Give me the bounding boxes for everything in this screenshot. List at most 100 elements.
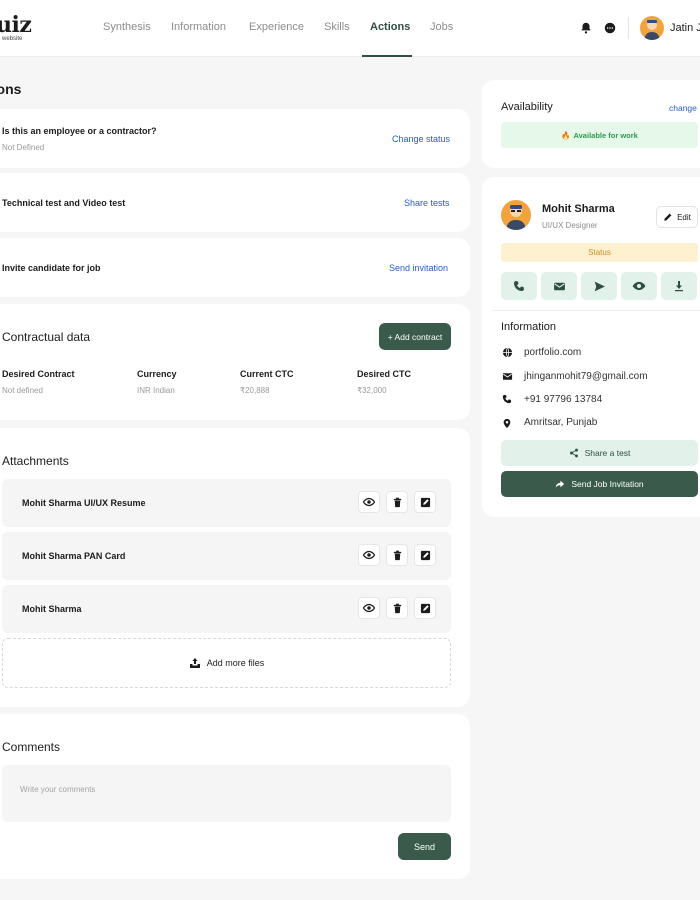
nav-tab-skills[interactable]: Skills <box>324 21 350 33</box>
view-candidate-button[interactable] <box>621 272 657 300</box>
call-candidate-button[interactable] <box>501 272 537 300</box>
edit-square-icon <box>420 497 430 507</box>
edit-profile-button[interactable]: Edit <box>656 206 698 228</box>
question-title: Is this an employee or a contractor? <box>2 126 157 136</box>
nav-tab-jobs[interactable]: Jobs <box>430 21 453 33</box>
contract-column-header: Desired Contract <box>2 369 75 379</box>
eye-icon <box>363 497 375 507</box>
question-subtitle: Not Defined <box>2 143 45 152</box>
contract-value: INR Indian <box>137 386 175 395</box>
contract-title: Contractual data <box>2 330 91 344</box>
header-divider <box>628 17 629 39</box>
change-availability-link[interactable]: change <box>669 103 697 113</box>
user-avatar[interactable] <box>640 16 664 40</box>
delete-attachment-button[interactable] <box>386 491 408 513</box>
send-job-invitation-button[interactable]: Send Job Invitation <box>501 471 698 497</box>
attachment-row: Mohit Sharma <box>2 585 451 633</box>
attachment-row: Mohit Sharma PAN Card <box>2 532 451 580</box>
send-comment-button[interactable]: Send <box>398 833 451 860</box>
add-more-files-label: Add more files <box>206 658 265 668</box>
delete-attachment-button[interactable] <box>386 544 408 566</box>
attachments-title: Attachments <box>2 454 69 468</box>
profile-divider <box>492 310 700 311</box>
add-more-files-dropzone[interactable]: Add more files <box>2 638 451 688</box>
phone-icon <box>514 281 524 291</box>
edit-label: Edit <box>677 212 691 222</box>
delete-attachment-button[interactable] <box>386 597 408 619</box>
contract-card <box>0 304 470 420</box>
chat-icon[interactable] <box>603 21 617 35</box>
view-attachment-button[interactable] <box>358 544 380 566</box>
share-test-label: Share a test <box>584 448 631 458</box>
user-name[interactable]: Jatin J <box>670 22 700 34</box>
trash-icon <box>393 550 401 560</box>
location-pin-icon <box>501 417 513 429</box>
edit-square-icon <box>420 603 430 613</box>
attachment-row: Mohit Sharma UI/UX Resume <box>2 479 451 527</box>
change-status-link[interactable]: Change status <box>392 134 450 144</box>
question-title: Technical test and Video test <box>2 198 126 208</box>
send-invitation-link[interactable]: Send invitation <box>389 263 448 273</box>
comment-input[interactable] <box>2 765 451 822</box>
contract-value: Not defined <box>2 386 43 395</box>
availability-badge-text: Available for work <box>573 130 638 140</box>
email-text[interactable]: jhinganmohit79@gmail.com <box>524 371 648 382</box>
download-cv-button[interactable] <box>661 272 697 300</box>
top-navigation-bar: uiz website Synthesis Information Experi… <box>0 0 700 57</box>
share-tests-link[interactable]: Share tests <box>404 198 450 208</box>
availability-title: Availability <box>501 101 553 113</box>
nav-tab-information[interactable]: Information <box>171 21 226 33</box>
nav-tab-actions[interactable]: Actions <box>370 21 410 33</box>
add-contract-button[interactable]: + Add contract <box>379 323 451 350</box>
bell-icon[interactable] <box>579 21 593 35</box>
edit-attachment-button[interactable] <box>414 597 436 619</box>
information-title: Information <box>501 321 557 333</box>
email-candidate-button[interactable] <box>541 272 577 300</box>
portfolio-link[interactable]: portfolio.com <box>524 347 581 358</box>
contract-column-header: Currency <box>137 369 177 379</box>
mail-icon <box>501 370 513 382</box>
contract-column-header: Current CTC <box>240 369 294 379</box>
fire-icon: 🔥 <box>561 130 571 140</box>
active-tab-indicator <box>362 55 412 57</box>
download-icon <box>675 281 683 292</box>
send-icon <box>594 281 605 291</box>
globe-icon <box>501 346 513 358</box>
eye-icon <box>632 281 646 291</box>
comments-title: Comments <box>2 740 61 754</box>
app-logo[interactable]: uiz <box>0 14 32 36</box>
app-logo-subtitle: website <box>2 36 23 42</box>
edit-attachment-button[interactable] <box>414 491 436 513</box>
view-attachment-button[interactable] <box>358 491 380 513</box>
attachment-name: Mohit Sharma <box>22 604 82 614</box>
candidate-avatar <box>501 200 531 230</box>
contract-value: ₹32,000 <box>357 386 387 395</box>
nav-tab-experience[interactable]: Experience <box>249 21 304 33</box>
upload-icon <box>189 658 200 668</box>
share-icon <box>569 448 578 458</box>
message-candidate-button[interactable] <box>581 272 617 300</box>
candidate-role: UI/UX Designer <box>542 221 598 230</box>
view-attachment-button[interactable] <box>358 597 380 619</box>
share-test-button[interactable]: Share a test <box>501 440 698 466</box>
availability-badge: 🔥 Available for work <box>501 122 698 148</box>
contract-column-header: Desired CTC <box>357 369 412 379</box>
phone-text[interactable]: +91 97796 13784 <box>524 394 602 405</box>
candidate-name: Mohit Sharma <box>542 203 615 215</box>
attachment-name: Mohit Sharma UI/UX Resume <box>22 498 146 508</box>
phone-icon <box>501 393 513 405</box>
edit-square-icon <box>420 550 430 560</box>
question-title: Invite candidate for job <box>2 263 101 273</box>
contract-value: ₹20,888 <box>240 386 270 395</box>
status-badge[interactable]: Status <box>501 243 698 262</box>
trash-icon <box>393 497 401 507</box>
attachment-name: Mohit Sharma PAN Card <box>22 551 126 561</box>
eye-icon <box>363 550 375 560</box>
forward-arrow-icon <box>556 480 565 488</box>
location-text: Amritsar, Punjab <box>524 417 598 428</box>
edit-attachment-button[interactable] <box>414 544 436 566</box>
trash-icon <box>393 603 401 613</box>
mail-icon <box>553 282 565 290</box>
nav-tab-synthesis[interactable]: Synthesis <box>103 21 151 33</box>
eye-icon <box>363 603 375 613</box>
